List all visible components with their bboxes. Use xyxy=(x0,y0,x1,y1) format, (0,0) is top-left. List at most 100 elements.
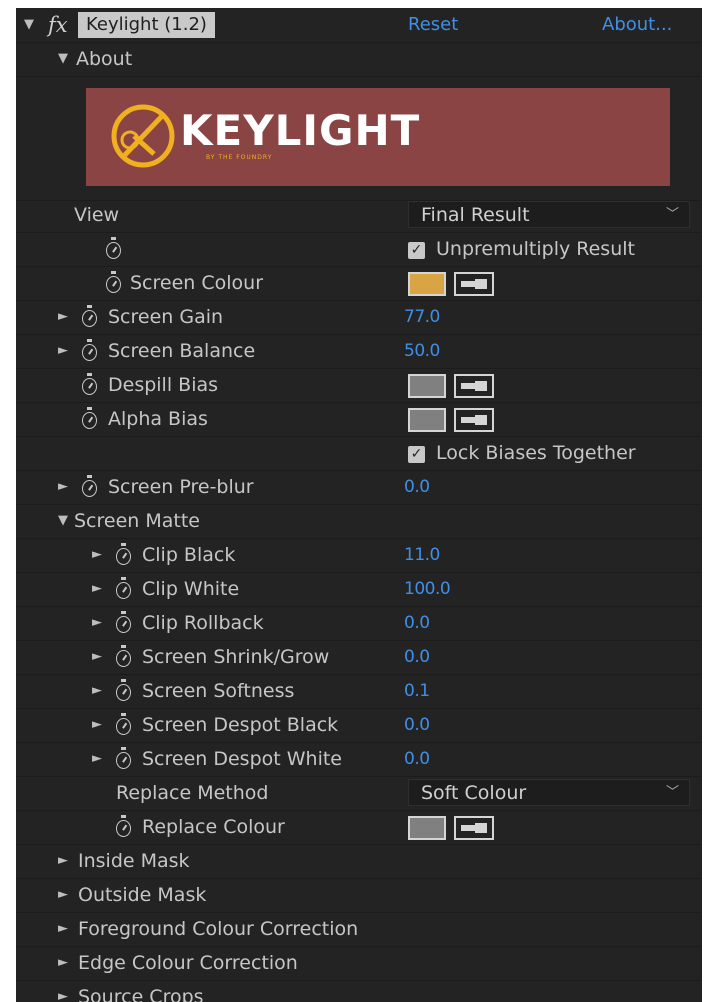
expand-triangle-icon[interactable]: ► xyxy=(58,946,68,980)
stopwatch-icon[interactable] xyxy=(82,475,97,497)
stopwatch-icon[interactable] xyxy=(116,679,131,701)
screen-softness-label: Screen Softness xyxy=(142,680,295,702)
effect-header-row: ▼ fx Keylight (1.2) Reset About... xyxy=(16,8,702,43)
source-crops-row[interactable]: ► Source Crops xyxy=(16,980,702,1002)
inside-mask-row[interactable]: ► Inside Mask xyxy=(16,844,702,879)
screen-shrink-grow-value[interactable]: 0.0 xyxy=(404,640,430,674)
expand-triangle-icon[interactable]: ► xyxy=(58,980,68,1002)
expand-triangle-icon[interactable]: ► xyxy=(58,844,68,878)
expand-triangle-icon[interactable]: ► xyxy=(92,606,102,640)
screen-shrink-grow-label: Screen Shrink/Grow xyxy=(142,646,330,668)
screen-despot-black-row: ► Screen Despot Black 0.0 xyxy=(16,708,702,743)
stopwatch-icon[interactable] xyxy=(116,645,131,667)
section-label: Source Crops xyxy=(78,986,204,1002)
lock-biases-checkbox[interactable]: ✓ xyxy=(408,446,425,463)
stopwatch-icon[interactable] xyxy=(82,407,97,429)
expand-triangle-icon[interactable]: ► xyxy=(92,572,102,606)
stopwatch-icon[interactable] xyxy=(116,713,131,735)
screen-preblur-value[interactable]: 0.0 xyxy=(404,470,430,504)
reset-button[interactable]: Reset xyxy=(408,8,458,42)
stopwatch-icon[interactable] xyxy=(106,237,121,259)
expand-triangle-icon[interactable]: ▼ xyxy=(58,42,68,76)
clip-white-value[interactable]: 100.0 xyxy=(404,572,451,606)
expand-triangle-icon[interactable]: ► xyxy=(58,300,68,334)
screen-gain-value[interactable]: 77.0 xyxy=(404,300,440,334)
view-label: View xyxy=(74,204,120,226)
screen-matte-row[interactable]: ▼ Screen Matte xyxy=(16,504,702,539)
screen-despot-black-label: Screen Despot Black xyxy=(142,714,339,736)
screen-preblur-label: Screen Pre-blur xyxy=(108,476,254,498)
unpremultiply-checkbox[interactable]: ✓ xyxy=(408,242,425,259)
screen-shrink-grow-row: ► Screen Shrink/Grow 0.0 xyxy=(16,640,702,675)
expand-triangle-icon[interactable]: ► xyxy=(58,470,68,504)
replace-method-row: Replace Method Soft Colour ﹀ xyxy=(16,776,702,811)
foreground-colour-correction-row[interactable]: ► Foreground Colour Correction xyxy=(16,912,702,947)
screen-colour-swatch[interactable] xyxy=(408,272,446,296)
stopwatch-icon[interactable] xyxy=(116,543,131,565)
despill-bias-label: Despill Bias xyxy=(108,374,219,396)
expand-triangle-icon[interactable]: ► xyxy=(58,334,68,368)
expand-triangle-icon[interactable]: ► xyxy=(92,708,102,742)
screen-despot-white-value[interactable]: 0.0 xyxy=(404,742,430,776)
eyedropper-icon[interactable] xyxy=(454,272,494,296)
expand-triangle-icon[interactable]: ► xyxy=(92,538,102,572)
stopwatch-icon[interactable] xyxy=(82,373,97,395)
effect-name[interactable]: Keylight (1.2) xyxy=(78,12,215,38)
keylight-logo-subtext: BY THE FOUNDRY xyxy=(206,154,273,161)
replace-method-dropdown[interactable]: Soft Colour ﹀ xyxy=(408,779,690,806)
about-button[interactable]: About... xyxy=(602,8,672,42)
chevron-down-icon: ﹀ xyxy=(665,207,679,222)
view-dropdown[interactable]: Final Result ﹀ xyxy=(408,201,690,228)
expand-triangle-icon[interactable]: ▼ xyxy=(24,8,34,42)
screen-balance-row: ► Screen Balance 50.0 xyxy=(16,334,702,369)
stopwatch-icon[interactable] xyxy=(116,577,131,599)
effect-controls-panel: ▼ fx Keylight (1.2) Reset About... ▼ Abo… xyxy=(16,8,702,1002)
clip-white-label: Clip White xyxy=(142,578,240,600)
stopwatch-icon[interactable] xyxy=(82,305,97,327)
about-section-row[interactable]: ▼ About xyxy=(16,42,702,77)
expand-triangle-icon[interactable]: ► xyxy=(58,912,68,946)
screen-despot-white-label: Screen Despot White xyxy=(142,748,343,770)
clip-rollback-label: Clip Rollback xyxy=(142,612,264,634)
expand-triangle-icon[interactable]: ► xyxy=(92,640,102,674)
section-label: Outside Mask xyxy=(78,884,207,906)
stopwatch-icon[interactable] xyxy=(116,815,131,837)
lock-biases-label: Lock Biases Together xyxy=(436,442,636,464)
unpremultiply-row: ✓ Unpremultiply Result xyxy=(16,232,702,267)
keylight-logo-text: KEYLIGHT xyxy=(180,106,421,155)
alpha-bias-swatch[interactable] xyxy=(408,408,446,432)
expand-triangle-icon[interactable]: ► xyxy=(58,878,68,912)
section-label: Inside Mask xyxy=(78,850,190,872)
clip-black-value[interactable]: 11.0 xyxy=(404,538,440,572)
keylight-logo-icon xyxy=(111,104,175,168)
eyedropper-icon[interactable] xyxy=(454,408,494,432)
edge-colour-correction-row[interactable]: ► Edge Colour Correction xyxy=(16,946,702,981)
screen-gain-label: Screen Gain xyxy=(108,306,224,328)
screen-gain-row: ► Screen Gain 77.0 xyxy=(16,300,702,335)
outside-mask-row[interactable]: ► Outside Mask xyxy=(16,878,702,913)
screen-despot-black-value[interactable]: 0.0 xyxy=(404,708,430,742)
eyedropper-icon[interactable] xyxy=(454,374,494,398)
stopwatch-icon[interactable] xyxy=(116,611,131,633)
eyedropper-icon[interactable] xyxy=(454,816,494,840)
clip-rollback-row: ► Clip Rollback 0.0 xyxy=(16,606,702,641)
screen-softness-value[interactable]: 0.1 xyxy=(404,674,430,708)
despill-bias-swatch[interactable] xyxy=(408,374,446,398)
expand-triangle-icon[interactable]: ► xyxy=(92,674,102,708)
view-row: View Final Result ﹀ xyxy=(16,198,702,233)
screen-preblur-row: ► Screen Pre-blur 0.0 xyxy=(16,470,702,505)
stopwatch-icon[interactable] xyxy=(82,339,97,361)
clip-rollback-value[interactable]: 0.0 xyxy=(404,606,430,640)
screen-balance-value[interactable]: 50.0 xyxy=(404,334,440,368)
alpha-bias-row: Alpha Bias xyxy=(16,402,702,437)
replace-method-dropdown-value: Soft Colour xyxy=(421,782,527,804)
stopwatch-icon[interactable] xyxy=(116,747,131,769)
stopwatch-icon[interactable] xyxy=(106,271,121,293)
fx-toggle[interactable]: fx xyxy=(48,8,68,42)
expand-triangle-icon[interactable]: ▼ xyxy=(58,504,68,538)
screen-despot-white-row: ► Screen Despot White 0.0 xyxy=(16,742,702,777)
expand-triangle-icon[interactable]: ► xyxy=(92,742,102,776)
chevron-down-icon: ﹀ xyxy=(665,785,679,800)
screen-colour-label: Screen Colour xyxy=(130,272,264,294)
replace-colour-swatch[interactable] xyxy=(408,816,446,840)
